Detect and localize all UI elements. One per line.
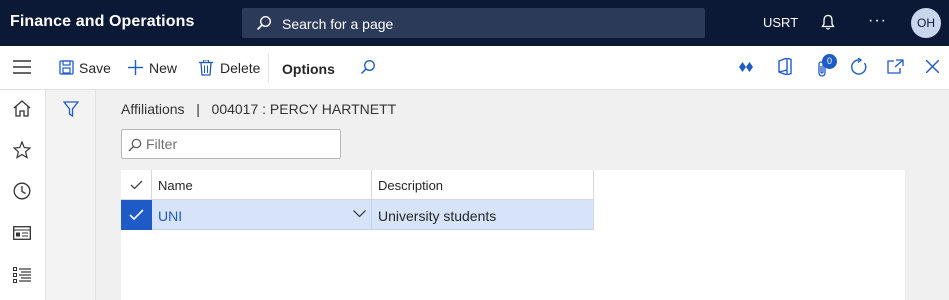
- checkmark-icon: [130, 180, 143, 190]
- save-icon: [59, 60, 74, 75]
- table-row[interactable]: UNI University students: [121, 200, 594, 230]
- search-placeholder: Search for a page: [282, 16, 394, 32]
- home-icon[interactable]: [13, 100, 31, 117]
- navigation-rail: [0, 90, 46, 300]
- hamburger-menu-icon[interactable]: [13, 60, 31, 74]
- close-icon[interactable]: [926, 60, 939, 73]
- filter-pane-strip: [46, 90, 96, 300]
- column-header-name-label: Name: [158, 178, 193, 193]
- modules-list-icon[interactable]: [13, 267, 31, 283]
- trash-icon: [199, 60, 213, 76]
- refresh-icon[interactable]: [850, 58, 868, 76]
- name-value: UNI: [158, 208, 183, 224]
- grid-header: Name Description: [121, 170, 594, 200]
- top-navigation-bar: Finance and Operations Search for a page…: [0, 0, 949, 46]
- new-button[interactable]: New: [128, 59, 180, 77]
- name-cell-dropdown[interactable]: UNI: [152, 200, 372, 230]
- more-options-icon[interactable]: ···: [868, 12, 887, 30]
- open-in-new-window-icon[interactable]: [887, 59, 904, 74]
- save-label: Save: [79, 60, 111, 76]
- search-icon: [256, 15, 272, 31]
- notifications-bell-icon[interactable]: [820, 14, 836, 31]
- page-breadcrumb: Affiliations | 004017 : PERCY HARTNETT: [121, 101, 397, 117]
- column-header-description[interactable]: Description: [372, 170, 594, 200]
- save-button[interactable]: Save: [59, 59, 111, 77]
- chevron-down-icon[interactable]: [353, 210, 366, 218]
- office-icon[interactable]: [778, 58, 792, 75]
- options-tab[interactable]: Options: [282, 61, 335, 77]
- delete-label: Delete: [220, 60, 261, 76]
- favorites-star-icon[interactable]: [13, 141, 31, 159]
- description-value: University students: [378, 208, 497, 224]
- filter-box[interactable]: [121, 129, 341, 159]
- filter-search-icon: [128, 138, 142, 152]
- company-picker[interactable]: USRT: [763, 15, 798, 30]
- action-separator: [268, 54, 269, 82]
- app-title[interactable]: Finance and Operations: [10, 13, 194, 31]
- attachments-count-badge: 0: [822, 54, 837, 69]
- new-label: New: [149, 60, 178, 76]
- workspaces-icon[interactable]: [13, 226, 31, 240]
- select-all-checkbox[interactable]: [121, 170, 152, 200]
- column-header-description-label: Description: [378, 178, 444, 193]
- action-pane: Save New Delete Options 0: [0, 46, 949, 90]
- filter-input[interactable]: [146, 135, 336, 153]
- recent-clock-icon[interactable]: [13, 182, 31, 200]
- row-selected-checkbox[interactable]: [121, 200, 152, 230]
- find-search-icon[interactable]: [360, 59, 376, 75]
- checkmark-icon: [129, 209, 144, 221]
- user-avatar[interactable]: OH: [911, 8, 941, 38]
- description-cell[interactable]: University students: [372, 200, 594, 230]
- power-apps-diamond-icon[interactable]: [739, 62, 753, 72]
- delete-button[interactable]: Delete: [199, 59, 263, 77]
- page-search-box[interactable]: Search for a page: [242, 8, 705, 38]
- plus-icon: [128, 60, 143, 75]
- column-header-name[interactable]: Name: [152, 170, 372, 200]
- filter-funnel-icon[interactable]: [63, 101, 79, 117]
